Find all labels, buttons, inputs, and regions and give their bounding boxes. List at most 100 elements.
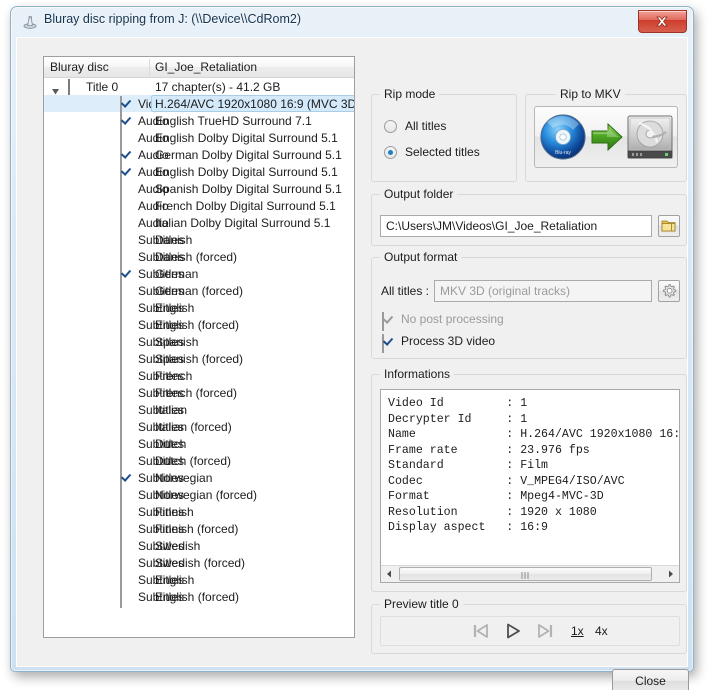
tree-row[interactable]: VideoH.264/AVC 1920x1080 16:9 (MVC 3D): [44, 95, 355, 115]
tree-row-type: Title 0: [86, 80, 119, 94]
tree-row[interactable]: Audio English TrueHD Surround 7.1: [44, 112, 354, 132]
track-checkbox-icon[interactable]: [120, 589, 122, 608]
tree-row[interactable]: Subtitles Italian (forced): [44, 418, 354, 438]
tree-row[interactable]: Subtitles English: [44, 299, 354, 319]
tree-row[interactable]: Subtitles Finnish (forced): [44, 520, 354, 540]
output-format-input[interactable]: MKV 3D (original tracks): [434, 280, 652, 302]
tree-row-description: H.264/AVC 1920x1080 16:9 (MVC 3D): [155, 97, 355, 111]
tree-row[interactable]: Subtitles French: [44, 367, 354, 387]
tree-row[interactable]: Subtitles Swedish: [44, 537, 354, 557]
tree-row-description: German Dolby Digital Surround 5.1: [155, 148, 342, 162]
tree-row-description: English (forced): [155, 318, 240, 332]
tree-header: Bluray disc GI_Joe_Retaliation: [44, 57, 354, 78]
tree-column-header-disc[interactable]: Bluray disc: [50, 60, 109, 74]
tree-row[interactable]: Subtitles English (forced): [44, 588, 354, 608]
expand-collapse-icon[interactable]: [51, 83, 60, 95]
checkbox-process-3d-video-label: Process 3D video: [401, 334, 496, 348]
checkbox-no-post-processing[interactable]: No post processing: [382, 312, 504, 331]
preview-toolbar: 1x 4x: [380, 616, 680, 646]
tree-row[interactable]: Audio English Dolby Digital Surround 5.1: [44, 163, 354, 183]
tree-row[interactable]: Audio Spanish Dolby Digital Surround 5.1: [44, 180, 354, 200]
tree-row-description: Spanish Dolby Digital Surround 5.1: [155, 182, 342, 196]
checkbox-process-3d-video[interactable]: Process 3D video: [382, 334, 495, 353]
output-folder-legend: Output folder: [380, 187, 458, 201]
tree-row[interactable]: Audio French Dolby Digital Surround 5.1: [44, 197, 354, 217]
preview-legend: Preview title 0: [380, 597, 463, 611]
tree-row-description: Swedish (forced): [155, 556, 246, 570]
dialog-client-area: Bluray disc GI_Joe_Retaliation Title 0 17…: [16, 37, 689, 690]
scroll-left-button[interactable]: [381, 566, 398, 582]
tree-row[interactable]: Subtitles Finnish: [44, 503, 354, 523]
tree-body: Title 0 17 chapter(s) - 41.2 GBVideoH.264…: [44, 78, 355, 637]
browse-folder-button[interactable]: [658, 215, 680, 237]
informations-text: Video Id : 1 Decrypter Id : 1 Name : H.2…: [388, 397, 680, 534]
arrow-left-icon: [387, 570, 391, 578]
tree-row-description: German: [155, 267, 199, 281]
output-format-legend: Output format: [380, 250, 462, 264]
tree-row[interactable]: Subtitles Dutch: [44, 435, 354, 455]
rip-mode-legend: Rip mode: [380, 87, 440, 101]
tree-row-description: German (forced): [155, 284, 244, 298]
informations-textarea[interactable]: Video Id : 1 Decrypter Id : 1 Name : H.2…: [380, 389, 680, 583]
preview-play-button[interactable]: [503, 622, 525, 642]
tree-row-description: Spanish (forced): [155, 352, 244, 366]
scrollbar-thumb[interactable]: [399, 567, 652, 581]
format-settings-button[interactable]: [658, 280, 680, 302]
tree-row[interactable]: Audio English Dolby Digital Surround 5.1: [44, 129, 354, 149]
tree-row[interactable]: Subtitles Spanish: [44, 333, 354, 353]
tree-row[interactable]: Title 0 17 chapter(s) - 41.2 GB: [44, 78, 354, 98]
tree-row[interactable]: Audio Italian Dolby Digital Surround 5.1: [44, 214, 354, 234]
tree-row-description: Finnish: [155, 505, 194, 519]
tree-row[interactable]: Subtitles Swedish (forced): [44, 554, 354, 574]
tree-row[interactable]: Subtitles Italian: [44, 401, 354, 421]
radio-all-titles-label: All titles: [405, 119, 447, 133]
bluray-app-icon: [22, 14, 38, 30]
radio-icon-selected-titles: [384, 146, 397, 159]
preview-speed-1x[interactable]: 1x: [571, 624, 584, 638]
tree-row-description: English Dolby Digital Surround 5.1: [155, 131, 338, 145]
tree-row[interactable]: Subtitles English (forced): [44, 316, 354, 336]
tree-row[interactable]: Subtitles Norwegian (forced): [44, 486, 354, 506]
tree-column-divider: [149, 59, 150, 76]
tree-row[interactable]: Subtitles English: [44, 571, 354, 591]
tree-row-description: French Dolby Digital Surround 5.1: [155, 199, 336, 213]
tree-row-description: Danish: [155, 233, 193, 247]
informations-horizontal-scrollbar[interactable]: [381, 565, 679, 582]
tree-row-description: Norwegian: [155, 471, 213, 485]
scroll-right-button[interactable]: [662, 566, 679, 582]
skip-previous-icon: [473, 624, 488, 638]
rip-to-mkv-button[interactable]: Blu-ray: [534, 106, 678, 168]
tree-row[interactable]: Subtitles Spanish (forced): [44, 350, 354, 370]
output-format-group: Output format All titles : MKV 3D (origi…: [371, 250, 687, 359]
preview-skip-previous-button[interactable]: [471, 622, 493, 642]
dialog-window: Bluray disc ripping from J: (\\Device\\C…: [10, 6, 694, 690]
output-folder-group: Output folder C:\Users\JM\Videos\GI_Joe_…: [371, 187, 687, 246]
scrollbar-grip-icon: [521, 572, 528, 579]
preview-skip-next-button[interactable]: [535, 622, 557, 642]
tree-row-description: Swedish: [155, 539, 201, 553]
close-button[interactable]: Close: [612, 669, 689, 690]
all-titles-label: All titles :: [381, 284, 430, 298]
svg-text:Blu-ray: Blu-ray: [555, 150, 571, 156]
output-folder-input[interactable]: C:\Users\JM\Videos\GI_Joe_Retaliation: [380, 215, 652, 237]
tree-row-description: French: [155, 369, 193, 383]
tree-row[interactable]: Subtitles French (forced): [44, 384, 354, 404]
tree-row-description: Norwegian (forced): [155, 488, 258, 502]
tree-column-header-title[interactable]: GI_Joe_Retaliation: [155, 60, 257, 74]
tree-row-description: Italian (forced): [155, 420, 232, 434]
rip-mode-group: Rip mode All titles Selected titles: [371, 87, 517, 182]
tree-row[interactable]: Subtitles Danish (forced): [44, 248, 354, 268]
tree-row[interactable]: Subtitles Norwegian: [44, 469, 354, 489]
tree-row-description: English Dolby Digital Surround 5.1: [155, 165, 338, 179]
tree-row[interactable]: Subtitles German (forced): [44, 282, 354, 302]
tree-row[interactable]: Audio German Dolby Digital Surround 5.1: [44, 146, 354, 166]
tree-row[interactable]: Subtitles Danish: [44, 231, 354, 251]
track-tree-panel[interactable]: Bluray disc GI_Joe_Retaliation Title 0 17…: [43, 56, 355, 638]
tree-row[interactable]: Subtitles Dutch (forced): [44, 452, 354, 472]
gear-icon: [663, 284, 677, 298]
preview-speed-4x[interactable]: 4x: [595, 624, 608, 638]
tree-row[interactable]: Subtitles German: [44, 265, 354, 285]
radio-selected-titles-label: Selected titles: [405, 145, 480, 159]
window-close-button[interactable]: [638, 10, 687, 33]
tree-row-description: Spanish: [155, 335, 199, 349]
